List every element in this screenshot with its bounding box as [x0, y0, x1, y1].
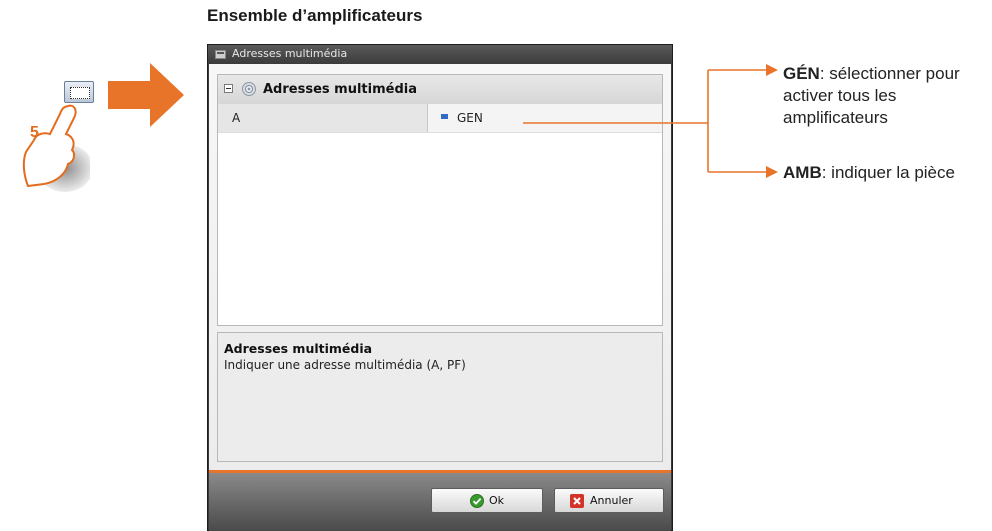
pointing-finger-icon	[22, 104, 90, 192]
gear-icon	[242, 82, 256, 96]
description-text: Indiquer une adresse multimédia (A, PF)	[224, 358, 466, 372]
step-number: 5	[30, 124, 39, 141]
description-title: Adresses multimédia	[224, 341, 373, 356]
property-name-cell: A	[218, 104, 428, 132]
property-group-label: Adresses multimédia	[263, 82, 417, 97]
callout-connectors	[523, 64, 778, 178]
callout-amb: AMB: indiquer la pièce	[783, 162, 983, 184]
dialog-footer: Ok Annuler	[209, 473, 671, 531]
cancel-button-label: Annuler	[590, 494, 633, 507]
callout-amb-text: : indiquer la pièce	[821, 163, 955, 182]
callout-gen: GÉN: sélectionner pour activer tous les …	[783, 63, 983, 129]
callout-gen-key: GÉN	[783, 64, 820, 83]
page-title: Ensemble d’amplificateurs	[207, 6, 423, 25]
value-marker-icon	[441, 114, 448, 119]
window-menu-icon[interactable]	[215, 50, 226, 59]
callout-amb-key: AMB	[783, 163, 822, 182]
property-value: GEN	[457, 111, 483, 125]
ok-button[interactable]: Ok	[431, 488, 543, 513]
ok-button-label: Ok	[489, 494, 505, 507]
description-panel: Adresses multimédia Indiquer une adresse…	[217, 332, 663, 462]
checkmark-icon	[470, 494, 484, 508]
close-icon	[570, 494, 584, 508]
property-name: A	[232, 111, 241, 125]
collapse-icon[interactable]	[224, 84, 233, 93]
cancel-button[interactable]: Annuler	[554, 488, 664, 513]
arrow-right-icon	[108, 63, 184, 127]
dialog-title: Adresses multimédia	[232, 47, 348, 60]
